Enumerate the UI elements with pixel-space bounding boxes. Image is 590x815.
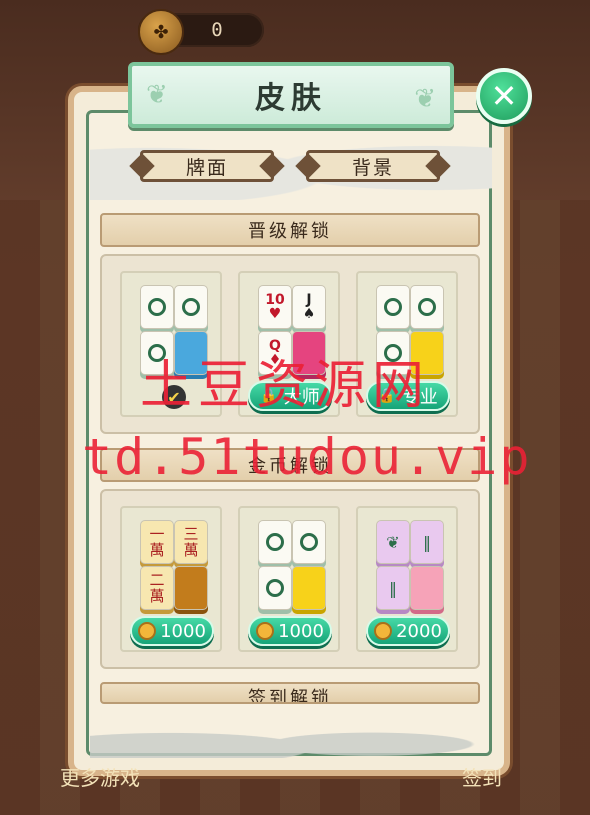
section-coin: 一萬 三萬 二萬 1000 1000 ❦ ‖ ‖ 2000	[100, 489, 480, 669]
coin-icon	[138, 622, 157, 640]
checkin-label[interactable]: 签到	[462, 762, 502, 791]
buy-circle-button[interactable]: 1000	[248, 616, 332, 646]
page-title: 皮肤	[255, 81, 327, 116]
tab-tile-face[interactable]: 牌面	[140, 150, 274, 182]
bamboo-left-icon: ❦	[146, 80, 168, 110]
tile	[140, 285, 174, 329]
tile: 二萬	[140, 566, 174, 610]
tile: ‖	[410, 520, 444, 564]
price-label: 2000	[396, 620, 442, 642]
skin-card-wan[interactable]: 一萬 三萬 二萬 1000	[120, 506, 222, 652]
more-games-label[interactable]: 更多游戏	[60, 762, 140, 791]
tile	[292, 520, 326, 564]
price-label: 1000	[278, 620, 324, 642]
tab-background[interactable]: 背景	[306, 150, 440, 182]
skin-card-bamboo-pink[interactable]: ❦ ‖ ‖ 2000	[356, 506, 458, 652]
tile	[292, 566, 326, 610]
skin-card-circle-yellow[interactable]: 1000	[238, 506, 340, 652]
watermark-url: td.51tudou.vip	[82, 428, 532, 486]
tile	[174, 566, 208, 610]
tile	[376, 285, 410, 329]
coin-value: 0	[211, 19, 223, 41]
tile	[410, 566, 444, 610]
tile: 一萬	[140, 520, 174, 564]
tile: 10 ♥	[258, 285, 292, 329]
coin-icon	[256, 622, 275, 640]
tile	[258, 520, 292, 564]
tile	[410, 285, 444, 329]
buy-bamboo-button[interactable]: 2000	[366, 616, 450, 646]
title-banner: ❦ 皮肤 ❦	[128, 62, 454, 128]
price-label: 1000	[160, 620, 206, 642]
clover-coin-icon: ✤	[138, 9, 184, 55]
close-icon: ✕	[490, 77, 518, 115]
bamboo-right-icon: ❦	[414, 84, 436, 114]
buy-wan-button[interactable]: 1000	[130, 616, 214, 646]
tile	[174, 285, 208, 329]
coin-icon	[374, 622, 393, 640]
section-title-series: 签到解锁	[100, 682, 480, 704]
tile: 三萬	[174, 520, 208, 564]
tile: ‖	[376, 566, 410, 610]
tile	[258, 566, 292, 610]
tile: ❦	[376, 520, 410, 564]
coin-counter: ✤ 0	[138, 9, 264, 55]
section-title-upgrade: 晋级解锁	[100, 213, 480, 247]
cloud-decoration-bottom	[90, 712, 492, 758]
tile: J ♠	[292, 285, 326, 329]
close-button[interactable]: ✕	[476, 68, 532, 124]
watermark-text: 土豆资源网	[140, 356, 431, 416]
